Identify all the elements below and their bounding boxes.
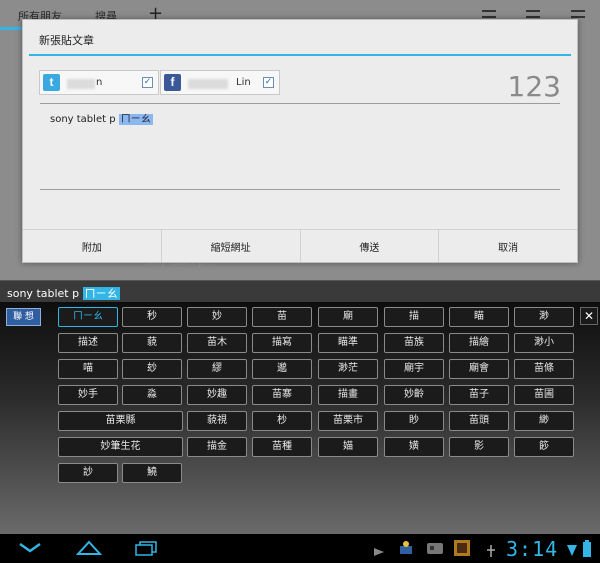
- candidate-item[interactable]: 鱙: [122, 463, 182, 483]
- candidate-item[interactable]: 妙齡: [384, 385, 444, 405]
- candidate-item[interactable]: 藐視: [187, 411, 247, 431]
- candidate-item[interactable]: 喵: [58, 359, 118, 379]
- candidate-item[interactable]: 苗子: [449, 385, 509, 405]
- system-bar: 3:14: [0, 534, 600, 563]
- candidate-item[interactable]: 苗條: [514, 359, 574, 379]
- candidate-item[interactable]: 渺小: [514, 333, 574, 353]
- clock: 3:14: [506, 537, 559, 561]
- battery-icon: [582, 540, 596, 557]
- candidate-item[interactable]: 苗圃: [514, 385, 574, 405]
- wifi-icon: [566, 542, 580, 556]
- candidate-item[interactable]: 篎: [514, 437, 574, 457]
- candidate-item[interactable]: 妙筆生花: [58, 437, 183, 457]
- ime-status-icon: [398, 540, 412, 554]
- association-button[interactable]: 聯 想: [6, 308, 41, 326]
- candidate-item[interactable]: 眇: [384, 411, 444, 431]
- candidate-item[interactable]: 描: [384, 307, 444, 327]
- candidate-item[interactable]: 訬: [58, 463, 118, 483]
- candidate-item[interactable]: 影: [449, 437, 509, 457]
- candidate-item[interactable]: 妙趣: [187, 385, 247, 405]
- candidate-item[interactable]: 渺茫: [318, 359, 378, 379]
- candidate-item[interactable]: 苗寨: [252, 385, 312, 405]
- screenshot-icon: [453, 539, 470, 556]
- ime-preedit: sony tablet p ㄇㄧㄠ: [7, 285, 120, 301]
- candidate-item[interactable]: 渺: [514, 307, 574, 327]
- candidate-item[interactable]: 妙手: [58, 385, 118, 405]
- send-button[interactable]: 傳送: [301, 230, 440, 262]
- candidate-item[interactable]: 描寫: [252, 333, 312, 353]
- back-icon[interactable]: [18, 540, 42, 558]
- facebook-icon: f: [164, 74, 181, 91]
- refresh-icon[interactable]: [482, 10, 496, 18]
- compose-text: sony tablet p ㄇㄧㄠ: [50, 110, 153, 125]
- candidate-item[interactable]: 苗頭: [449, 411, 509, 431]
- candidate-item[interactable]: 妙: [187, 307, 247, 327]
- background-tabs: 所有朋友 搜尋 +: [0, 0, 600, 24]
- ime-preedit-bar: sony tablet p ㄇㄧㄠ: [0, 280, 600, 302]
- twitter-icon: t: [43, 74, 60, 91]
- account-twitter[interactable]: t n ✓: [39, 70, 159, 95]
- candidate-item[interactable]: 廟: [318, 307, 378, 327]
- candidate-item[interactable]: 苗栗縣: [58, 411, 183, 431]
- ime-preedit-typed: sony tablet p: [7, 287, 83, 300]
- character-count: 123: [507, 70, 561, 103]
- candidate-item[interactable]: 廟宇: [384, 359, 444, 379]
- close-icon[interactable]: ✕: [580, 307, 598, 325]
- compose-typed: sony tablet p: [50, 114, 119, 125]
- candidate-item[interactable]: 描畫: [318, 385, 378, 405]
- dialog-title: 新張貼文章: [39, 34, 94, 47]
- candidate-item[interactable]: 苗栗市: [318, 411, 378, 431]
- compose-input[interactable]: sony tablet p ㄇㄧㄠ: [40, 103, 560, 190]
- candidate-item[interactable]: 苗種: [252, 437, 312, 457]
- candidate-item[interactable]: 描金: [187, 437, 247, 457]
- checkbox-icon[interactable]: ✓: [263, 77, 274, 88]
- candidate-item[interactable]: 嫹: [384, 437, 444, 457]
- checkbox-icon[interactable]: ✓: [142, 77, 153, 88]
- candidate-item[interactable]: 玅: [122, 359, 182, 379]
- attach-button[interactable]: 附加: [23, 230, 162, 262]
- usb-icon: [484, 543, 498, 557]
- keyboard-switch-icon[interactable]: [372, 543, 386, 556]
- candidate-item[interactable]: 苗: [252, 307, 312, 327]
- candidate-item[interactable]: 緲: [514, 411, 574, 431]
- candidate-item[interactable]: 瞄: [449, 307, 509, 327]
- candidate-item[interactable]: 媌: [318, 437, 378, 457]
- candidate-item[interactable]: 描述: [58, 333, 118, 353]
- shorten-url-button[interactable]: 縮短網址: [162, 230, 301, 262]
- candidate-item[interactable]: 苗族: [384, 333, 444, 353]
- blurred-username: [188, 79, 228, 89]
- candidate-item[interactable]: 杪: [252, 411, 312, 431]
- home-icon[interactable]: [75, 540, 103, 560]
- candidate-item[interactable]: 邈: [252, 359, 312, 379]
- account-name: Lin: [236, 77, 251, 88]
- candidate-item[interactable]: 廟會: [449, 359, 509, 379]
- candidate-item[interactable]: 苗木: [187, 333, 247, 353]
- candidate-panel: 聯 想 ✕ ㄇㄧㄠ秒妙苗廟描瞄渺描述藐苗木 描寫 瞄準 苗族 描繪 渺小喵玅繆邈渺茫 廟宇廟…: [0, 302, 600, 534]
- compose-composing-text: ㄇㄧㄠ: [118, 114, 153, 125]
- list-icon[interactable]: [526, 10, 540, 18]
- candidate-item[interactable]: 秒: [122, 307, 182, 327]
- candidate-item[interactable]: 淼: [122, 385, 182, 405]
- dialog-button-bar: 附加 縮短網址 傳送 取消: [23, 229, 577, 262]
- cancel-button[interactable]: 取消: [439, 230, 577, 262]
- title-divider: [29, 54, 571, 56]
- candidate-item[interactable]: 繆: [187, 359, 247, 379]
- menu-icon[interactable]: [571, 10, 585, 18]
- candidate-item[interactable]: ㄇㄧㄠ: [58, 307, 118, 327]
- recent-apps-icon[interactable]: [134, 540, 158, 560]
- blurred-username: [67, 79, 95, 89]
- account-name: n: [96, 77, 103, 88]
- account-facebook[interactable]: f Lin ✓: [160, 70, 280, 95]
- new-post-dialog: 新張貼文章 t n ✓ f Lin ✓ 123 sony tablet p ㄇㄧ…: [22, 19, 578, 263]
- gamepad-icon: [426, 540, 443, 554]
- candidate-item[interactable]: 描繪: [449, 333, 509, 353]
- candidate-item[interactable]: 瞄準: [318, 333, 378, 353]
- ime-preedit-composing: ㄇㄧㄠ: [82, 287, 120, 300]
- candidate-item[interactable]: 藐: [122, 333, 182, 353]
